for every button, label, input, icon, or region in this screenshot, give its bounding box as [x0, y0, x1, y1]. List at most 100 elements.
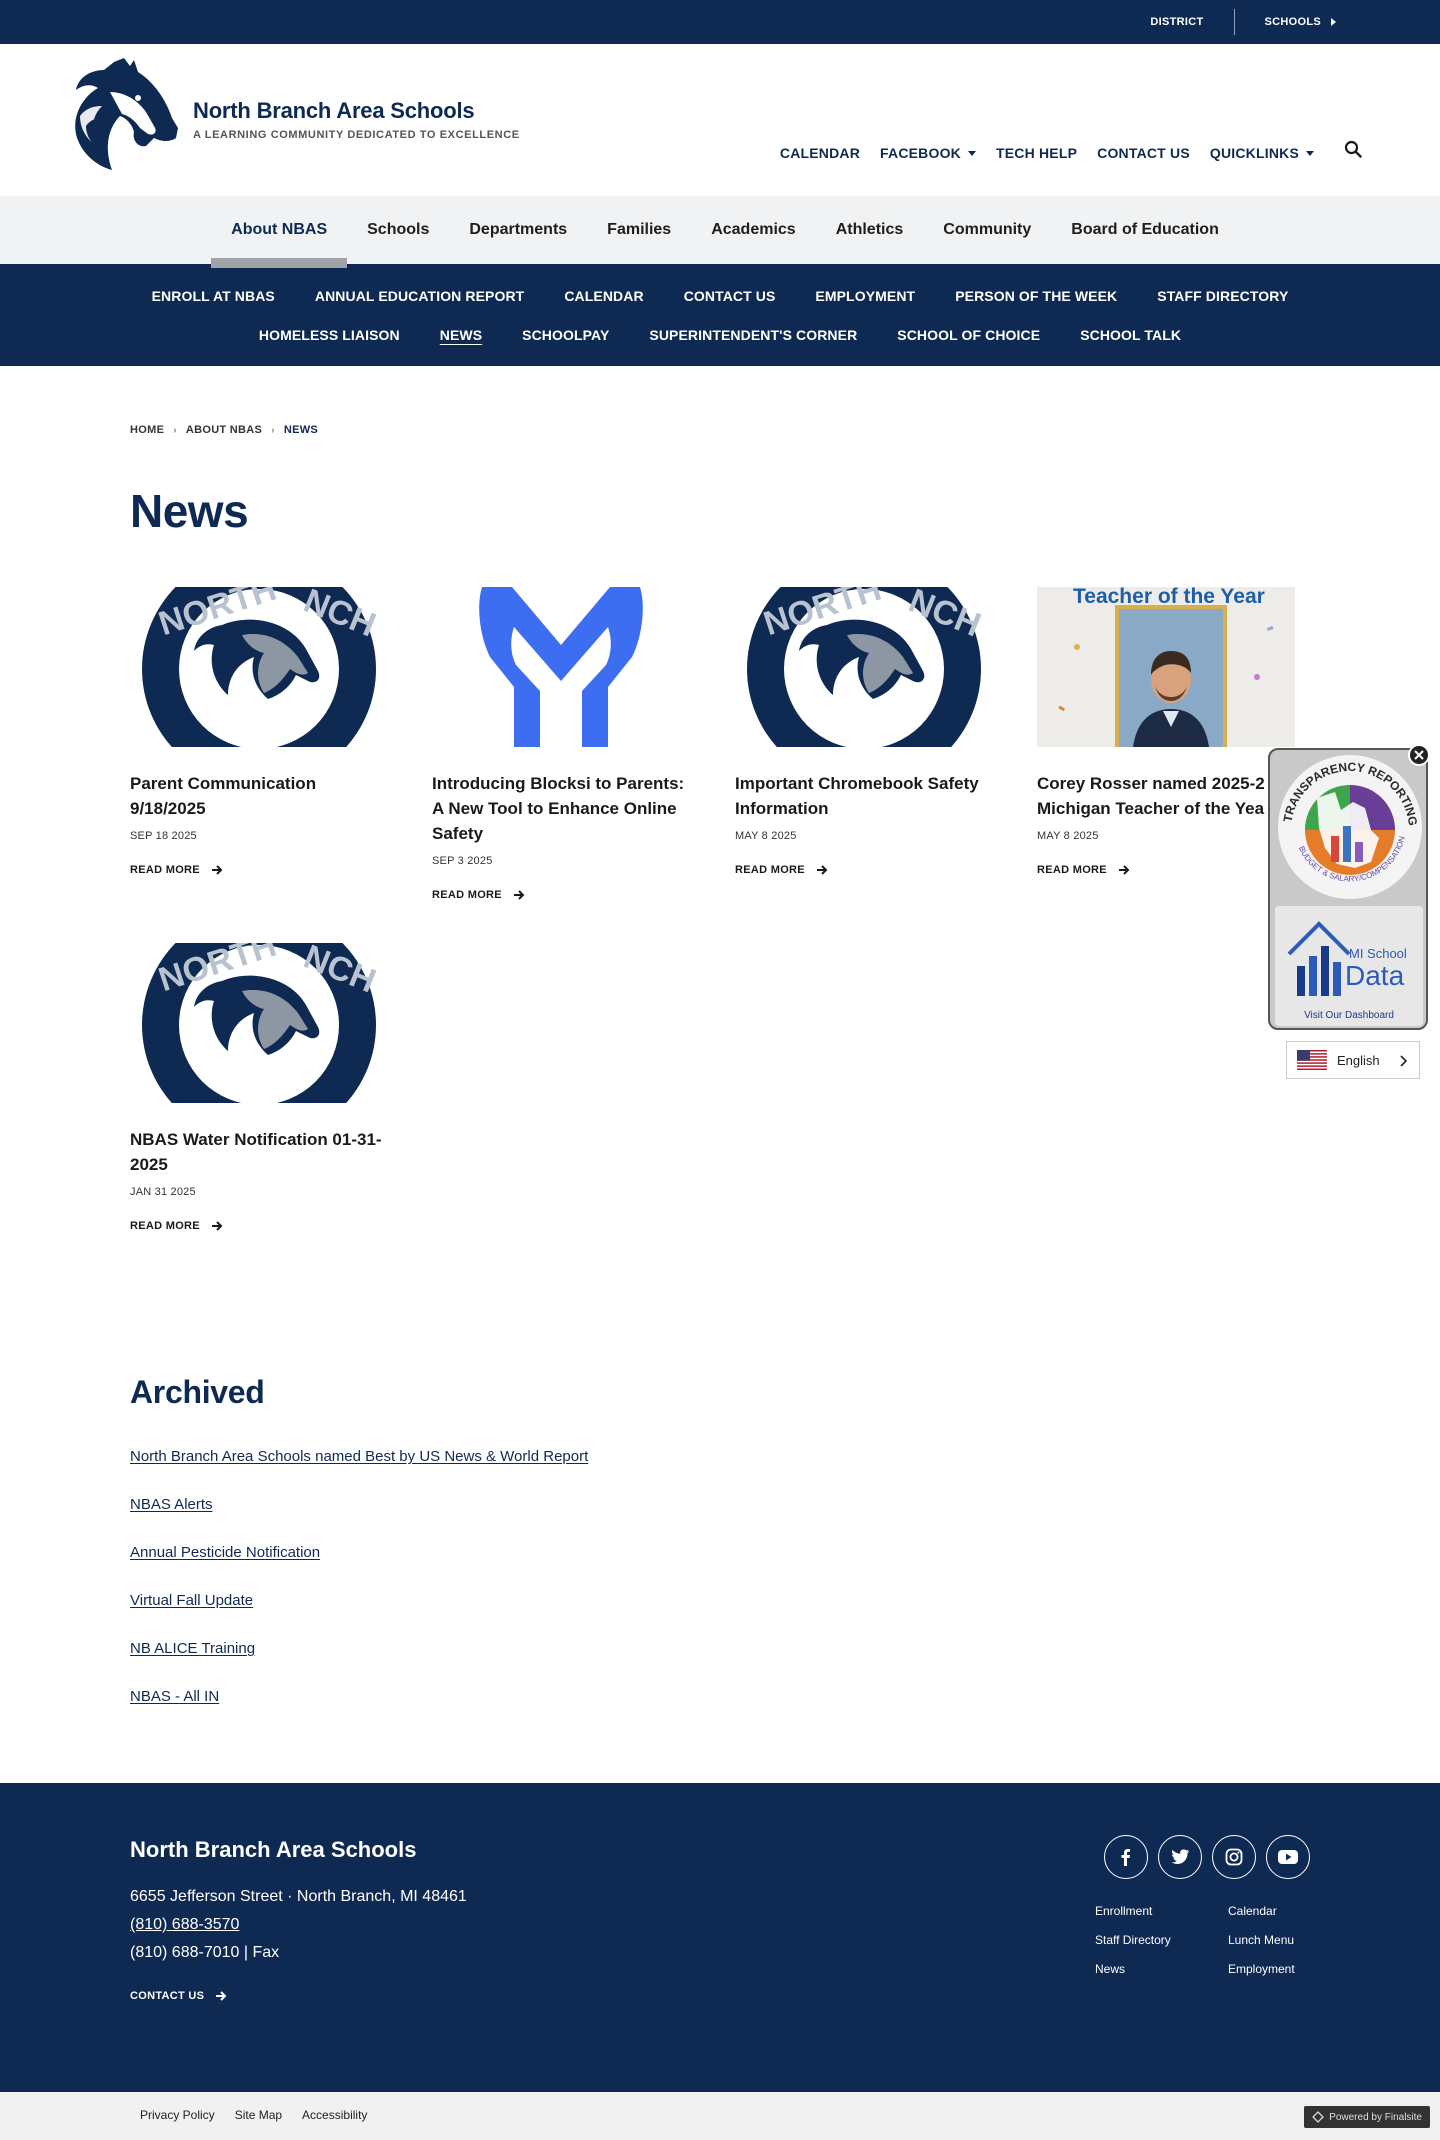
nav-about-nbas[interactable]: About NBAS [211, 196, 348, 268]
header-quicklinks-link[interactable]: QUICKLINKS [1210, 145, 1314, 161]
subnav-news[interactable]: NEWS [420, 327, 502, 343]
nav-athletics[interactable]: Athletics [816, 196, 924, 264]
read-more-link[interactable]: READ MORE [432, 889, 692, 901]
nav-academics[interactable]: Academics [691, 196, 816, 264]
archived-link[interactable]: Virtual Fall Update [130, 1592, 588, 1609]
close-icon[interactable] [1408, 744, 1430, 766]
archived-title: Archived [130, 1374, 265, 1410]
footer-link-enrollment[interactable]: Enrollment [1095, 1904, 1228, 1920]
subnav-school-talk[interactable]: SCHOOL TALK [1060, 327, 1201, 343]
subnav-schoolpay[interactable]: SCHOOLPAY [502, 327, 629, 343]
legal-links: Privacy Policy Site Map Accessibility [140, 2108, 367, 2122]
nav-departments[interactable]: Departments [449, 196, 587, 264]
footer-phone-link[interactable]: (810) 688-3570 [130, 1916, 239, 1933]
header-facebook-link[interactable]: FACEBOOK [880, 145, 976, 161]
language-label: English [1337, 1052, 1380, 1068]
main-nav: About NBAS Schools Departments Families … [0, 196, 1440, 268]
subnav-superintendents-corner[interactable]: SUPERINTENDENT'S CORNER [629, 327, 877, 343]
footer-fax: (810) 688-7010 | Fax [130, 1944, 280, 1961]
accessibility-link[interactable]: Accessibility [302, 2108, 367, 2122]
powered-by-finalsite[interactable]: Powered by Finalsite [1304, 2106, 1430, 2128]
header-calendar-link[interactable]: CALENDAR [780, 145, 860, 161]
powered-label: Powered by Finalsite [1329, 2111, 1422, 2123]
youtube-button[interactable] [1266, 1835, 1310, 1879]
news-card-date: JAN 31 2025 [130, 1186, 196, 1198]
instagram-button[interactable] [1212, 1835, 1256, 1879]
news-card-title[interactable]: NBAS Water Notification 01-31-2025 [130, 1127, 390, 1177]
nb-seal-icon: NORTH NCH [747, 587, 986, 747]
schools-link[interactable]: SCHOOLS [1235, 9, 1367, 35]
read-more-link[interactable]: READ MORE [735, 864, 995, 876]
mustang-logo-icon[interactable] [50, 56, 180, 182]
archived-link[interactable]: NBAS - All IN [130, 1688, 588, 1705]
news-card-image[interactable]: NORTH NCH [130, 587, 388, 747]
archived-link[interactable]: North Branch Area Schools named Best by … [130, 1448, 588, 1465]
us-flag-icon [1297, 1050, 1327, 1070]
subnav-school-of-choice[interactable]: SCHOOL OF CHOICE [877, 327, 1060, 343]
news-card-title[interactable]: Corey Rosser named 2025-2 Michigan Teach… [1037, 771, 1297, 821]
archived-link[interactable]: NBAS Alerts [130, 1496, 588, 1513]
footer-link-staff-directory[interactable]: Staff Directory [1095, 1933, 1228, 1949]
search-icon[interactable] [1344, 140, 1362, 158]
subnav-person-of-week[interactable]: PERSON OF THE WEEK [935, 288, 1137, 304]
subnav-calendar[interactable]: CALENDAR [544, 288, 663, 304]
site-map-link[interactable]: Site Map [235, 2108, 282, 2122]
news-card-title[interactable]: Parent Communication 9/18/2025 [130, 771, 390, 821]
news-card: NORTH NCH NBAS Water Notification 01-31-… [130, 943, 390, 1232]
header-contact-link[interactable]: CONTACT US [1097, 145, 1190, 161]
transparency-widget[interactable]: TRANSPARENCY REPORTING BUDGET & SALARY/C… [1268, 748, 1428, 1030]
footer-link-calendar[interactable]: Calendar [1228, 1904, 1328, 1920]
footer-contact-link[interactable]: CONTACT US [130, 1990, 228, 2002]
sub-nav-row: HOMELESS LIAISON NEWS SCHOOLPAY SUPERINT… [239, 327, 1201, 343]
finalsite-icon [1312, 2111, 1325, 2123]
arrow-right-icon [816, 865, 828, 875]
footer-link-news[interactable]: News [1095, 1962, 1228, 1978]
facebook-icon [1121, 1849, 1130, 1866]
utility-bar: DISTRICT SCHOOLS [0, 0, 1440, 44]
news-card-title[interactable]: Introducing Blocksi to Parents: A New To… [432, 771, 692, 846]
footer-link-lunch-menu[interactable]: Lunch Menu [1228, 1933, 1328, 1949]
news-card: NORTH NCH Parent Communication 9/18/2025… [130, 587, 390, 876]
subnav-homeless-liaison[interactable]: HOMELESS LIAISON [239, 327, 420, 343]
subnav-enroll[interactable]: ENROLL AT NBAS [132, 288, 295, 304]
breadcrumb-about[interactable]: ABOUT NBAS [186, 424, 262, 436]
read-more-link[interactable]: READ MORE [130, 864, 390, 876]
caret-right-icon [1331, 18, 1336, 26]
read-more-link[interactable]: READ MORE [130, 1220, 390, 1232]
subnav-contact-us[interactable]: CONTACT US [664, 288, 796, 304]
twitter-icon [1171, 1849, 1189, 1864]
caret-down-icon [1306, 150, 1314, 156]
news-card-image[interactable]: NORTH NCH [735, 587, 993, 747]
nav-community[interactable]: Community [923, 196, 1051, 264]
subnav-annual-report[interactable]: ANNUAL EDUCATION REPORT [295, 288, 544, 304]
news-card-image[interactable]: NORTH NCH [130, 943, 388, 1103]
archived-link[interactable]: Annual Pesticide Notification [130, 1544, 588, 1561]
header-tech-help-link[interactable]: TECH HELP [996, 145, 1077, 161]
social-links [1104, 1835, 1310, 1879]
read-more-label: READ MORE [735, 864, 805, 876]
subnav-staff-directory[interactable]: STAFF DIRECTORY [1137, 288, 1308, 304]
read-more-link[interactable]: READ MORE [1037, 864, 1297, 876]
transparency-reporting-badge-icon: TRANSPARENCY REPORTING BUDGET & SALARY/C… [1278, 755, 1422, 899]
nav-board-of-education[interactable]: Board of Education [1051, 196, 1239, 264]
twitter-button[interactable] [1158, 1835, 1202, 1879]
arrow-right-icon [1118, 865, 1130, 875]
language-selector[interactable]: English [1286, 1041, 1420, 1079]
nav-schools[interactable]: Schools [347, 196, 449, 264]
news-card-title[interactable]: Important Chromebook Safety Information [735, 771, 995, 821]
archived-link[interactable]: NB ALICE Training [130, 1640, 588, 1657]
news-card-image[interactable] [432, 587, 690, 747]
facebook-button[interactable] [1104, 1835, 1148, 1879]
main-content: HOME › ABOUT NBAS › NEWS News NORTH NCH … [0, 366, 1440, 1783]
district-link[interactable]: DISTRICT [1120, 9, 1233, 35]
news-card-image[interactable]: Teacher of the Year [1037, 587, 1295, 747]
brand[interactable]: North Branch Area Schools A LEARNING COM… [193, 98, 520, 141]
privacy-policy-link[interactable]: Privacy Policy [140, 2108, 215, 2122]
footer-quick-links: Enrollment Calendar Staff Directory Lunc… [1095, 1904, 1328, 1978]
breadcrumb-home[interactable]: HOME [130, 424, 164, 436]
mi-school-data-dashboard[interactable]: MI School Data Visit Our Dashboard [1275, 906, 1423, 1026]
nav-families[interactable]: Families [587, 196, 691, 264]
news-card: Teacher of the Year Corey Rosser named 2… [1037, 587, 1297, 876]
subnav-employment[interactable]: EMPLOYMENT [795, 288, 935, 304]
footer-link-employment[interactable]: Employment [1228, 1962, 1328, 1978]
